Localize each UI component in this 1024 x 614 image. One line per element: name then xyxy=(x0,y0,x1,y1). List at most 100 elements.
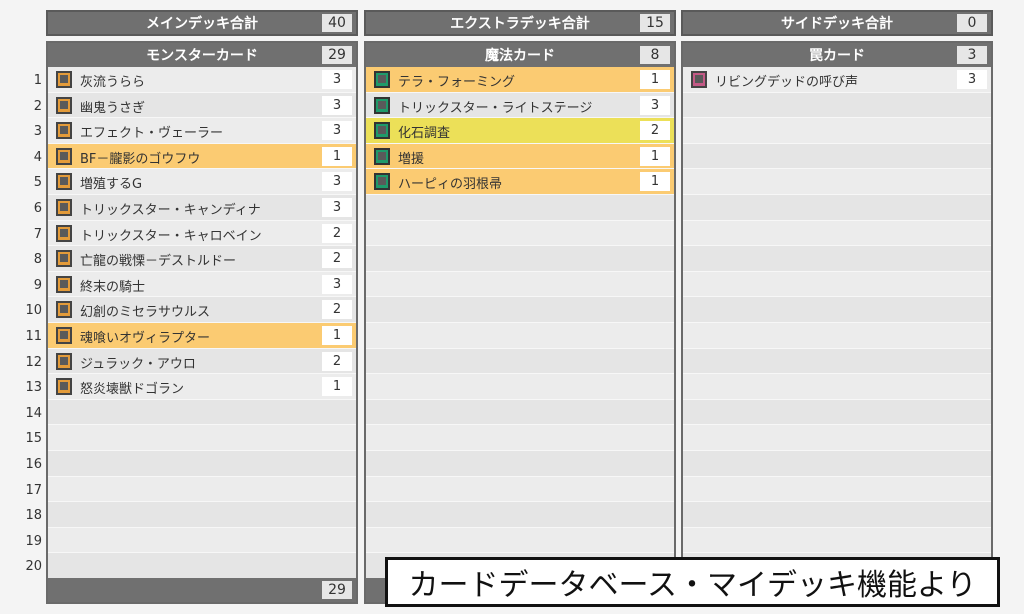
card-name[interactable]: 終末の騎士 xyxy=(80,276,145,295)
card-count-field[interactable]: 3 xyxy=(322,95,352,115)
card-count-field[interactable]: 1 xyxy=(640,70,670,89)
monster-card-icon xyxy=(56,224,72,242)
empty-card-row xyxy=(366,271,674,298)
row-number: 1 xyxy=(33,73,42,88)
card-row[interactable]: テラ・フォーミング 1 xyxy=(366,67,674,93)
trap-card-header-label: 罠カード xyxy=(809,48,865,64)
empty-card-row xyxy=(683,527,991,554)
card-name[interactable]: ジュラック・アウロ xyxy=(80,353,196,372)
card-count-field[interactable]: 3 xyxy=(322,172,352,192)
card-name[interactable]: 幻創のミセラサウルス xyxy=(80,301,210,320)
extra-deck-total-label: エクストラデッキ合計 xyxy=(450,16,590,32)
card-row[interactable]: 化石調査 2 xyxy=(366,118,674,144)
card-name[interactable]: 増援 xyxy=(398,148,424,167)
empty-card-row xyxy=(683,476,991,503)
card-name[interactable]: 灰流うらら xyxy=(80,71,145,90)
card-name[interactable]: 魂喰いオヴィラプター xyxy=(80,327,210,346)
empty-card-row xyxy=(48,399,356,426)
card-count-field[interactable]: 2 xyxy=(322,351,352,371)
empty-card-row xyxy=(683,92,991,119)
row-number: 20 xyxy=(25,559,42,575)
card-count-field[interactable]: 1 xyxy=(322,325,352,345)
trap-card-column: 罠カード 3 リビングデッドの呼び声 3 xyxy=(681,41,993,604)
card-name[interactable]: リビングデッドの呼び声 xyxy=(715,71,858,90)
empty-card-row xyxy=(48,502,356,528)
card-row[interactable]: BF－朧影のゴウフウ 1 xyxy=(48,143,356,170)
card-row[interactable]: エフェクト・ヴェーラー 3 xyxy=(48,118,356,144)
monster-card-icon xyxy=(56,147,72,165)
empty-card-row xyxy=(683,143,991,170)
card-count-field[interactable]: 3 xyxy=(322,274,352,294)
empty-card-row xyxy=(48,476,356,503)
card-count-field[interactable]: 2 xyxy=(322,223,352,243)
main-deck-total-value: 40 xyxy=(322,14,352,32)
card-name[interactable]: トリックスター・ライトステージ xyxy=(398,97,592,116)
empty-card-row xyxy=(366,348,674,375)
monster-card-column: モンスターカード 29 灰流うらら 3 幽鬼うさぎ 3 エフェクト・ヴェーラー 3 BF－朧… xyxy=(46,41,358,604)
card-count-field[interactable]: 3 xyxy=(322,70,352,89)
card-count-field[interactable]: 2 xyxy=(640,121,670,141)
card-row[interactable]: 怒炎壊獣ドゴラン 1 xyxy=(48,374,356,400)
card-row[interactable]: 幽鬼うさぎ 3 xyxy=(48,92,356,119)
empty-card-row xyxy=(366,450,674,477)
card-row[interactable]: トリックスター・ライトステージ 3 xyxy=(366,92,674,119)
empty-card-row xyxy=(683,322,991,349)
trap-card-header: 罠カード 3 xyxy=(683,43,991,67)
card-name[interactable]: テラ・フォーミング xyxy=(398,71,515,90)
card-count-field[interactable]: 1 xyxy=(322,146,352,166)
empty-card-row xyxy=(683,246,991,272)
empty-card-row xyxy=(683,194,991,221)
card-row[interactable]: ジュラック・アウロ 2 xyxy=(48,348,356,375)
card-count-field[interactable]: 1 xyxy=(322,377,352,397)
card-name[interactable]: 化石調査 xyxy=(398,122,450,141)
card-count-field[interactable]: 1 xyxy=(640,146,670,166)
card-count-field[interactable]: 3 xyxy=(322,197,352,217)
row-number: 8 xyxy=(33,252,42,268)
row-number: 10 xyxy=(25,303,42,319)
monster-card-header-label: モンスターカード xyxy=(146,48,258,64)
card-name[interactable]: 幽鬼うさぎ xyxy=(80,97,145,116)
empty-card-row xyxy=(366,194,674,221)
empty-card-row xyxy=(366,502,674,528)
monster-card-count: 29 xyxy=(322,46,352,64)
row-number: 12 xyxy=(25,354,42,370)
card-name[interactable]: 増殖するG xyxy=(80,173,142,192)
card-row[interactable]: トリックスター・キャンディナ 3 xyxy=(48,194,356,221)
card-name[interactable]: BF－朧影のゴウフウ xyxy=(80,148,200,167)
card-row[interactable]: リビングデッドの呼び声 3 xyxy=(683,67,991,93)
spell-card-column: 魔法カード 8 テラ・フォーミング 1 トリックスター・ライトステージ 3 化石調査 2 増… xyxy=(364,41,676,604)
card-name[interactable]: トリックスター・キャロベイン xyxy=(80,225,262,244)
side-deck-total-label: サイドデッキ合計 xyxy=(781,16,893,32)
card-name[interactable]: ハーピィの羽根帚 xyxy=(398,173,502,192)
card-row[interactable]: トリックスター・キャロベイン 2 xyxy=(48,220,356,247)
monster-card-header: モンスターカード 29 xyxy=(48,43,356,67)
card-row[interactable]: 終末の騎士 3 xyxy=(48,271,356,298)
card-count-field[interactable]: 3 xyxy=(957,70,987,89)
card-row[interactable]: 増援 1 xyxy=(366,143,674,170)
card-count-field[interactable]: 3 xyxy=(640,95,670,115)
card-row[interactable]: 増殖するG 3 xyxy=(48,169,356,195)
monster-card-icon xyxy=(56,352,72,370)
extra-deck-total-bar: エクストラデッキ合計 15 xyxy=(364,10,676,36)
card-count-field[interactable]: 3 xyxy=(322,121,352,141)
card-count-field[interactable]: 2 xyxy=(322,249,352,269)
card-row[interactable]: 亡龍の戦慄－デストルドー 2 xyxy=(48,246,356,272)
card-name[interactable]: エフェクト・ヴェーラー xyxy=(80,122,223,141)
empty-card-row xyxy=(48,527,356,554)
card-name[interactable]: 亡龍の戦慄－デストルドー xyxy=(80,250,236,269)
row-number: 19 xyxy=(25,533,42,549)
card-count-field[interactable]: 2 xyxy=(322,300,352,320)
monster-card-footer-count: 29 xyxy=(322,581,352,599)
empty-card-row xyxy=(683,297,991,323)
card-count-field[interactable]: 1 xyxy=(640,172,670,192)
card-name[interactable]: トリックスター・キャンディナ xyxy=(80,199,261,218)
card-name[interactable]: 怒炎壊獣ドゴラン xyxy=(80,378,184,397)
trap-card-icon xyxy=(691,71,707,88)
card-row[interactable]: 魂喰いオヴィラプター 1 xyxy=(48,322,356,349)
card-row[interactable]: 灰流うらら 3 xyxy=(48,67,356,93)
spell-card-icon xyxy=(374,71,390,88)
empty-card-row xyxy=(366,322,674,349)
empty-card-row xyxy=(683,118,991,144)
card-row[interactable]: ハーピィの羽根帚 1 xyxy=(366,169,674,195)
card-row[interactable]: 幻創のミセラサウルス 2 xyxy=(48,297,356,323)
